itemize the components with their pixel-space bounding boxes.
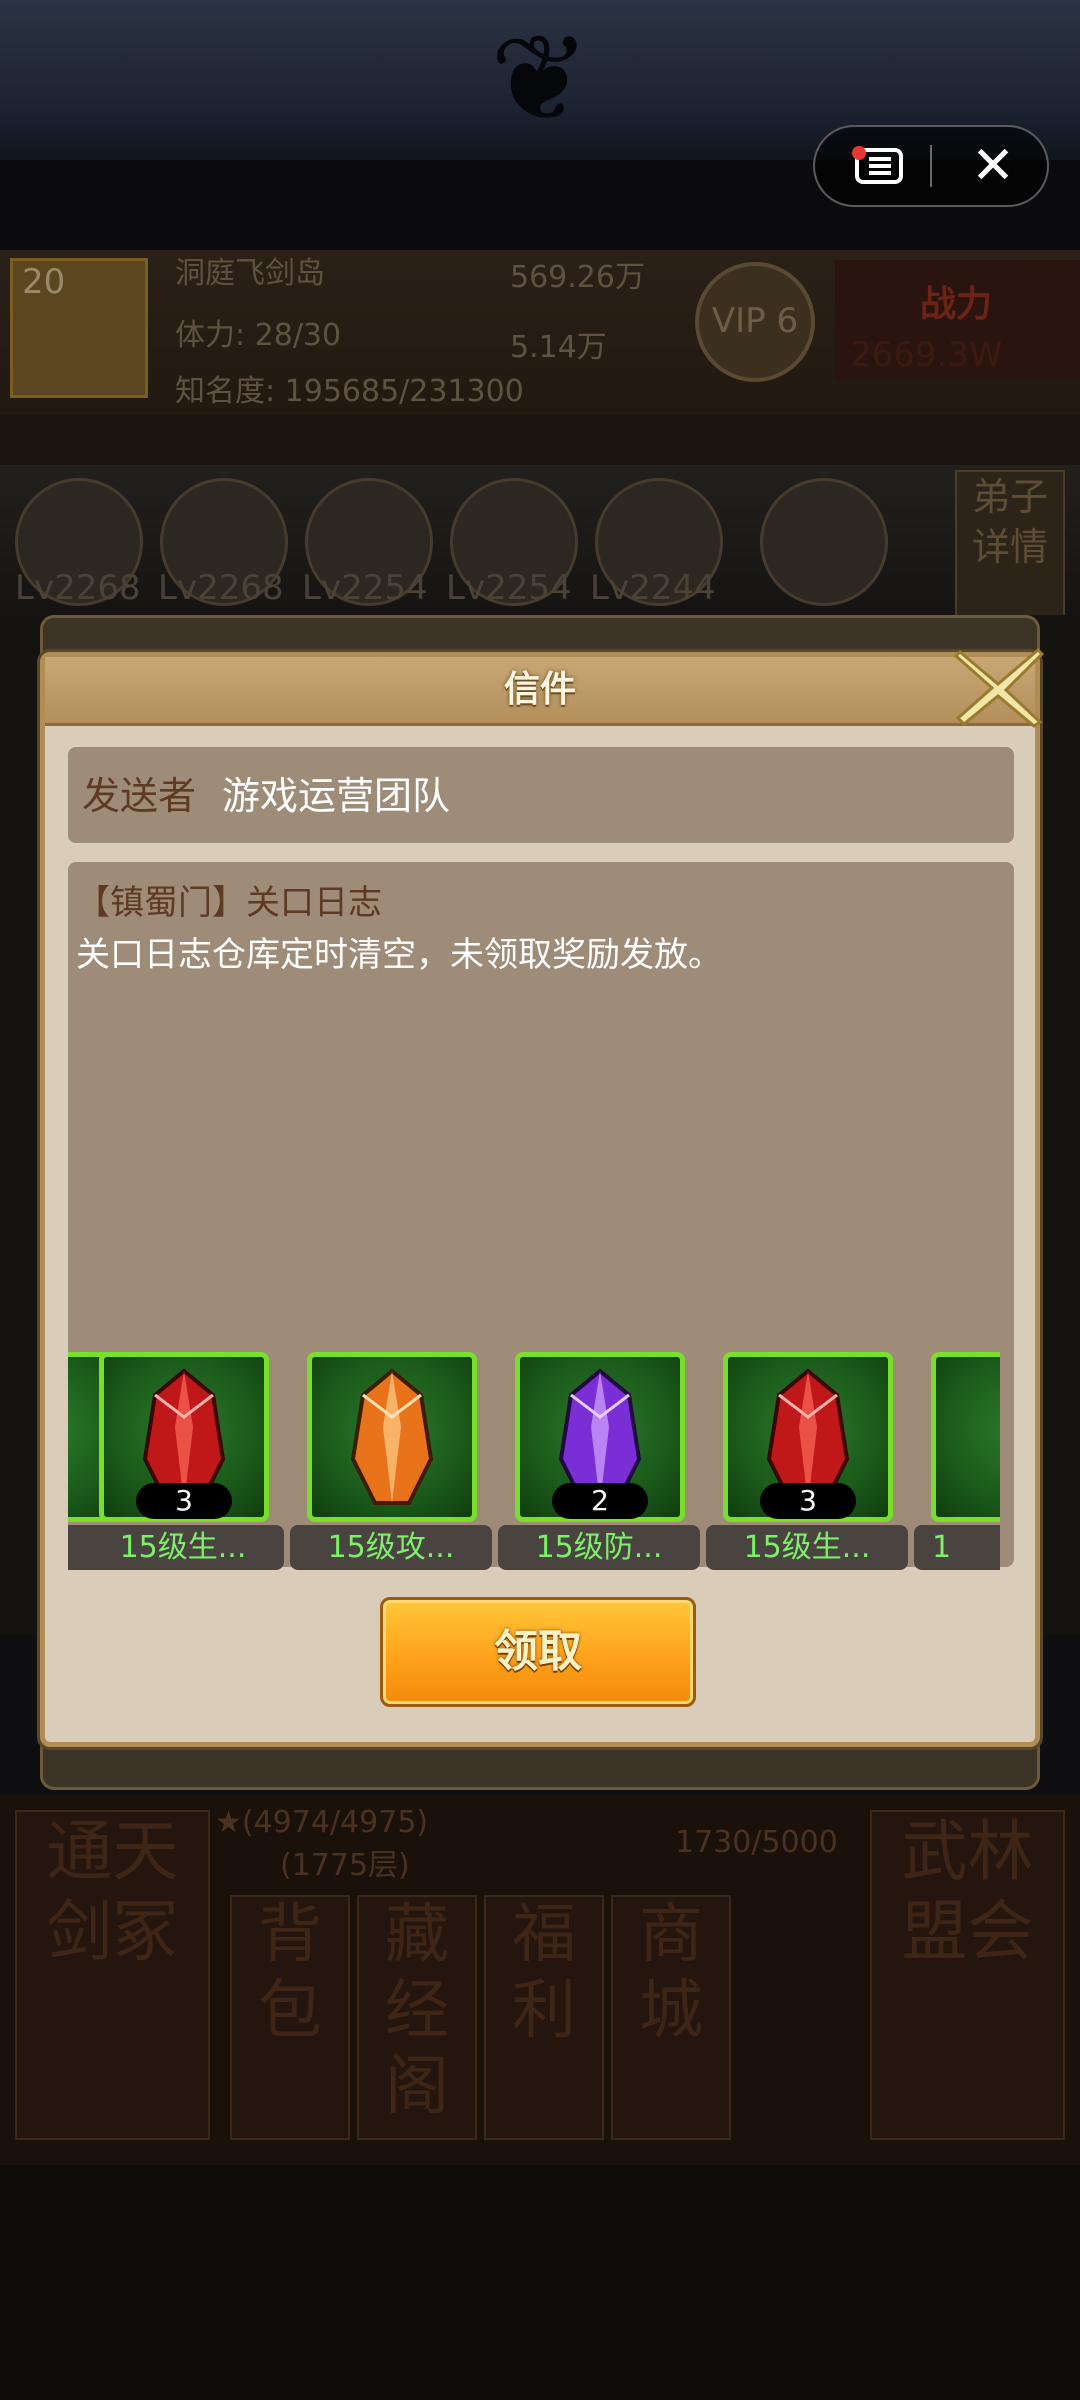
guild-name: 洞庭飞剑岛	[175, 256, 325, 291]
mail-body-text: 关口日志仓库定时清空，未领取奖励发放。	[76, 935, 722, 975]
reward-name: 15级生...	[706, 1525, 908, 1570]
reward-item[interactable]: 15级攻...	[276, 1345, 492, 1570]
header-strip	[0, 415, 1080, 465]
power-value: 2669.3W	[850, 335, 1003, 375]
reward-item[interactable]: 1	[900, 1345, 1000, 1570]
mail-subject: 【镇蜀门】关口日志	[76, 883, 382, 923]
tile-welfare: 福利	[484, 1895, 604, 2140]
vip-badge: VIP 6	[695, 262, 815, 382]
sender-label: 发送者	[82, 774, 197, 818]
reward-name: 15级攻...	[290, 1525, 492, 1570]
hero-level: Lv2254	[302, 568, 428, 608]
reward-count: 2	[552, 1483, 648, 1519]
hero-level: Lv2244	[590, 568, 716, 608]
floors-count: (1775层)	[280, 1848, 410, 1883]
silver-amount: 569.26万	[510, 260, 645, 295]
reward-count: 3	[136, 1483, 232, 1519]
stars-count: ★(4974/4975)	[215, 1805, 429, 1840]
disciple-detail-button: 弟子详情	[955, 470, 1065, 620]
stamina-text: 体力: 28/30	[175, 318, 342, 353]
power-label: 战力	[920, 284, 993, 325]
gold-amount: 5.14万	[510, 330, 607, 365]
progress-count: 1730/5000	[675, 1825, 838, 1860]
capsule-divider	[930, 145, 932, 187]
reward-name: 15级生...	[82, 1525, 284, 1570]
sender-box	[68, 747, 1014, 843]
guild-level: 20	[22, 262, 66, 302]
reward-item[interactable]: 3 15级生...	[68, 1345, 284, 1570]
tile-sword-tomb: 通天剑冢	[15, 1810, 210, 2140]
tile-library: 藏经阁	[357, 1895, 477, 2140]
reward-frame	[931, 1352, 1000, 1522]
reward-name: 15级防...	[498, 1525, 700, 1570]
panel-title: 信件	[503, 669, 576, 710]
hero-level: Lv2254	[446, 568, 572, 608]
close-icon[interactable]: ✕	[965, 138, 1021, 194]
fame-text: 知名度: 195685/231300	[175, 374, 524, 409]
roof-ornament-icon: ❦	[489, 10, 591, 149]
menu-icon[interactable]	[851, 146, 905, 186]
reward-name: 1	[914, 1525, 1000, 1570]
claim-button-label[interactable]: 领取	[380, 1597, 696, 1707]
bottom-footer	[0, 2165, 1080, 2400]
tile-alliance: 武林盟会	[870, 1810, 1065, 2140]
hero-level: Lv2268	[158, 568, 284, 608]
reward-item[interactable]: 2 15级防...	[484, 1345, 700, 1570]
hero-level: Lv2268	[15, 568, 141, 608]
reward-list[interactable]: ... 3 15级生... 15级攻... 2 15级防...	[68, 1345, 1000, 1570]
tile-backpack: 背包	[230, 1895, 350, 2140]
orange-crystal-icon	[350, 1368, 434, 1505]
reward-count: 3	[760, 1483, 856, 1519]
sender-name: 游戏运营团队	[222, 774, 451, 818]
tile-shop: 商城	[611, 1895, 731, 2140]
hero-portrait	[760, 478, 888, 606]
close-panel-icon[interactable]	[950, 642, 1050, 732]
reward-item[interactable]: 3 15级生...	[692, 1345, 908, 1570]
